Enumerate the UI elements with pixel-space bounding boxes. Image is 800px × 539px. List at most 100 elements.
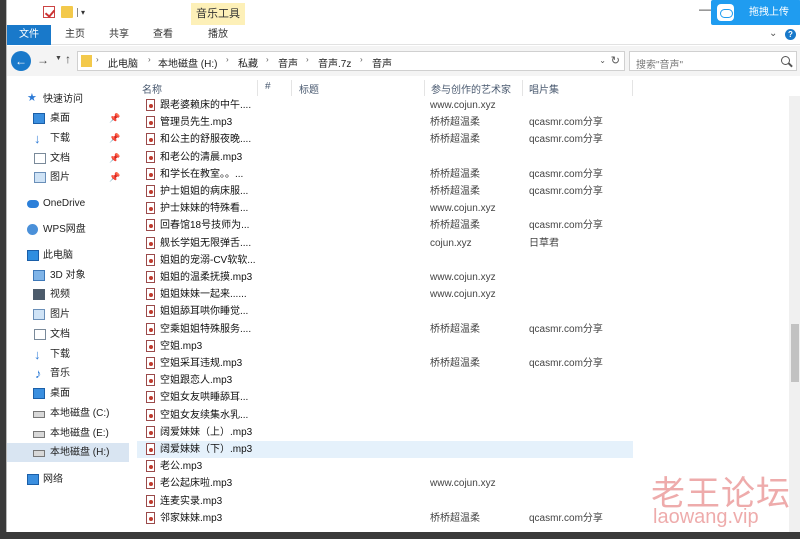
breadcrumb-this-pc[interactable]: 此电脑 [108,55,138,70]
sidebar-item-this-pc[interactable]: 此电脑 [7,246,129,265]
file-row[interactable]: 空姐采耳违规.mp3 桥桥超温柔 qcasmr.com分享 [137,355,633,372]
audio-file-icon [146,150,155,163]
address-bar[interactable]: › 此电脑 › 本地磁盘 (H:) › 私藏 › 音声 › 音声.7z › 音声… [77,51,625,71]
drag-upload-button[interactable]: 拖拽上传 [711,0,800,25]
file-row[interactable]: 空姐女友哄睡舔耳... [137,389,633,406]
file-row[interactable]: 阔爱妹妹（下）.mp3 [137,441,633,458]
file-row[interactable]: 姐姐妹妹一起来...... www.cojun.xyz [137,286,633,303]
tab-share[interactable]: 共享 [103,25,135,45]
file-row[interactable]: 姐姐的宠溺-CV软软... [137,252,633,269]
breadcrumb-yinsheng[interactable]: 音声 [278,55,298,70]
audio-file-icon [146,408,155,421]
file-album: qcasmr.com分享 [529,220,603,232]
sidebar-item-pictures[interactable]: 图片 📌 [7,168,129,187]
tab-view[interactable]: 查看 [147,25,179,45]
new-folder-icon[interactable] [61,6,73,18]
sidebar-item-3d-objects[interactable]: 3D 对象 [7,266,129,285]
file-row[interactable]: 和公主的舒服夜晚.... 桥桥超温柔 qcasmr.com分享 [137,131,633,148]
file-artist: 桥桥超温柔 [430,323,480,335]
up-arrow-icon[interactable]: ↑ [65,52,71,66]
recent-locations-chevron-icon[interactable]: ▼ [55,55,62,62]
file-row[interactable]: 空姐跟恋人.mp3 [137,372,633,389]
sidebar-item-documents[interactable]: 文档 📌 [7,149,129,168]
pin-icon[interactable]: 📌 [109,129,120,148]
file-row[interactable]: 管理员先生.mp3 桥桥超温柔 qcasmr.com分享 [137,114,633,131]
file-row[interactable]: 姐姐舔耳哄你睡觉... [137,303,633,320]
breadcrumb-sicang[interactable]: 私藏 [238,55,258,70]
file-artist: www.cojun.xyz [430,272,496,283]
column-divider[interactable] [424,80,425,96]
pin-icon[interactable]: 📌 [109,109,120,128]
file-row[interactable]: 护士姐姐的病床服... 桥桥超温柔 qcasmr.com分享 [137,183,633,200]
address-history-chevron-icon[interactable]: ⌄ [599,56,606,65]
sidebar-item-drive-h[interactable]: 本地磁盘 (H:) [7,443,129,462]
file-row[interactable]: 阔爱妹妹（上）.mp3 [137,424,633,441]
column-divider[interactable] [632,80,633,96]
sidebar-item-drive-e[interactable]: 本地磁盘 (E:) [7,424,129,443]
column-divider[interactable] [257,80,258,96]
sidebar-item-downloads-pc[interactable]: ↓ 下载 [7,345,129,364]
sidebar-item-drive-c[interactable]: 本地磁盘 (C:) [7,404,129,423]
file-row[interactable]: 和老公的清晨.mp3 [137,149,633,166]
sidebar-item-music[interactable]: ♪ 音乐 [7,364,129,383]
refresh-icon[interactable]: ↻ [611,54,620,67]
sidebar-item-wps[interactable]: WPS网盘 [7,220,129,239]
tab-file[interactable]: 文件 [7,25,51,45]
file-name: 空姐跟恋人.mp3 [160,375,233,387]
pin-icon[interactable]: 📌 [109,149,120,168]
sidebar-item-downloads[interactable]: ↓ 下载 📌 [7,129,129,148]
file-row[interactable]: 连麦实录.mp3 [137,493,633,510]
sidebar-label: 下载 [50,349,70,360]
file-row[interactable]: 护士妹妹的特殊看... www.cojun.xyz [137,200,633,217]
sidebar-item-network[interactable]: 网络 [7,470,129,489]
breadcrumb-separator-icon: › [148,55,151,64]
title-bar: ▾ 音乐工具 — 拖拽上传 [7,0,800,26]
scrollbar-thumb[interactable] [791,324,799,382]
properties-icon[interactable] [43,6,55,18]
file-row[interactable]: 老公.mp3 [137,458,633,475]
file-row[interactable]: 舰长学姐无限弹舌.... cojun.xyz 日草君 [137,235,633,252]
help-icon[interactable]: ? [785,29,796,40]
file-row[interactable]: 回春馆18号技师为... 桥桥超温柔 qcasmr.com分享 [137,217,633,234]
file-row[interactable]: 老公起床啦.mp3 www.cojun.xyz [137,475,633,492]
column-divider[interactable] [522,80,523,96]
breadcrumb-drive-h[interactable]: 本地磁盘 (H:) [158,55,217,70]
column-header-title[interactable]: 标题 [299,81,319,96]
sidebar-item-pictures-pc[interactable]: 图片 [7,305,129,324]
breadcrumb-current[interactable]: 音声 [372,55,392,70]
sidebar-item-quick-access[interactable]: ★ 快速访问 [7,90,129,109]
column-divider[interactable] [291,80,292,96]
breadcrumb-archive[interactable]: 音声.7z [318,55,351,70]
search-icon[interactable] [781,56,790,65]
file-row[interactable]: 和学长在教室。。... 桥桥超温柔 qcasmr.com分享 [137,166,633,183]
back-arrow-icon[interactable]: ← [11,51,31,71]
column-header-artist[interactable]: 参与创作的艺术家 [431,81,511,96]
sidebar-item-onedrive[interactable]: OneDrive [7,194,129,213]
file-row[interactable]: 邻家妹妹.mp3 桥桥超温柔 qcasmr.com分享 [137,510,633,527]
star-icon: ★ [27,92,37,104]
sidebar-item-documents-pc[interactable]: 文档 [7,325,129,344]
sidebar-label: 本地磁盘 (E:) [50,428,109,439]
sidebar-item-desktop-pc[interactable]: 桌面 [7,384,129,403]
sidebar-item-desktop[interactable]: 桌面 📌 [7,109,129,128]
search-box[interactable]: 搜索"音声" [629,51,797,71]
file-row[interactable]: 空乘姐姐特殊服务.... 桥桥超温柔 qcasmr.com分享 [137,321,633,338]
file-row[interactable]: 空姐.mp3 [137,338,633,355]
minimize-button[interactable]: — [699,2,711,16]
music-note-icon: ♪ [35,366,42,381]
tab-home[interactable]: 主页 [59,25,91,45]
pin-icon[interactable]: 📌 [109,168,120,187]
file-row[interactable]: 跟老婆赖床的中午.... www.cojun.xyz [137,97,633,114]
column-header-name[interactable]: 名称 [142,81,162,96]
forward-arrow-icon[interactable]: → [37,53,49,67]
file-row[interactable]: 空姐女友续集水乳... [137,407,633,424]
file-name: 护士妹妹的特殊看... [160,203,249,215]
column-headers: 名称 # 标题 参与创作的艺术家 唱片集 [137,80,800,96]
column-header-album[interactable]: 唱片集 [529,81,559,96]
customize-toolbar-chevron-icon[interactable]: ▾ [81,8,85,17]
sidebar-item-videos[interactable]: 视频 [7,285,129,304]
tab-play[interactable]: 播放 [191,25,245,45]
file-row[interactable]: 姐姐的温柔抚摸.mp3 www.cojun.xyz [137,269,633,286]
column-header-number[interactable]: # [265,81,271,92]
expand-ribbon-chevron-icon[interactable]: ⌄ [769,28,777,39]
